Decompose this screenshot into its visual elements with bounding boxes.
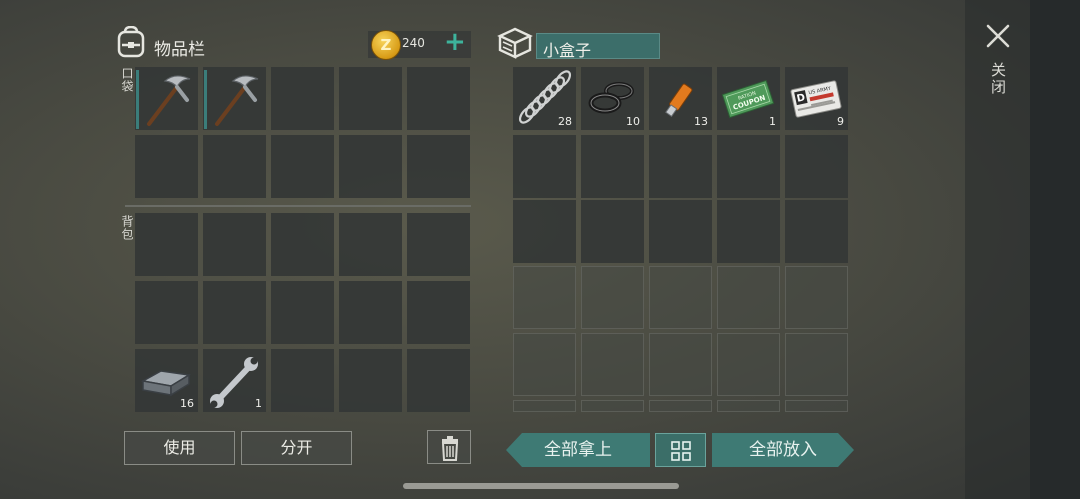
container-slot[interactable]: D US ARMY 9 [785, 67, 848, 130]
use-button[interactable]: 使用 [124, 431, 235, 465]
backpack-slot[interactable] [339, 349, 402, 412]
pocket-slot[interactable] [339, 67, 402, 130]
locked-slot [513, 400, 576, 412]
backpack-slot[interactable] [135, 213, 198, 276]
locked-slot [581, 333, 644, 396]
locked-slot [717, 266, 780, 329]
inventory-title: 物品栏 [154, 40, 205, 60]
locked-slot [581, 266, 644, 329]
backpack-slot[interactable]: 16 [135, 349, 198, 412]
item-count: 1 [255, 397, 262, 410]
container-slot[interactable]: RATION COUPON 1 [717, 67, 780, 130]
backpack-slot[interactable]: 1 [203, 349, 266, 412]
coin-count: 240 [402, 36, 425, 50]
close-icon[interactable] [984, 22, 1012, 50]
trash-icon [441, 436, 459, 461]
locked-slot [717, 333, 780, 396]
locked-slot [717, 400, 780, 412]
backpack-slot[interactable] [271, 349, 334, 412]
container-slot[interactable] [649, 135, 712, 198]
backpack-slot[interactable] [203, 213, 266, 276]
pocket-slot[interactable] [271, 67, 334, 130]
locked-slot [581, 400, 644, 412]
backpack-slot[interactable] [339, 213, 402, 276]
item-count: 16 [180, 397, 194, 410]
container-slot[interactable] [513, 135, 576, 198]
backpack-slot[interactable] [135, 281, 198, 344]
container-name: 小盒子 [543, 41, 592, 60]
backpack-slot[interactable] [271, 213, 334, 276]
split-button[interactable]: 分开 [241, 431, 352, 465]
section-divider [125, 205, 471, 207]
add-coins-button[interactable]: + [444, 29, 466, 55]
locked-slot [649, 266, 712, 329]
pickaxe-icon [215, 75, 259, 126]
container-slot[interactable]: 10 [581, 67, 644, 130]
pocket-slot[interactable] [203, 67, 266, 130]
locked-slot [513, 333, 576, 396]
locked-slot [513, 266, 576, 329]
box-icon [497, 27, 533, 59]
locked-slot [785, 400, 848, 412]
container-name-field[interactable]: 小盒子 [536, 33, 660, 60]
backpack-label: 背包 [120, 215, 134, 241]
item-count: 10 [626, 115, 640, 128]
pocket-slot[interactable] [203, 135, 266, 198]
locked-slot [785, 333, 848, 396]
pocket-slot[interactable] [271, 135, 334, 198]
use-button-label: 使用 [163, 438, 196, 457]
container-slot[interactable] [717, 135, 780, 198]
item-count: 13 [694, 115, 708, 128]
pocket-slot[interactable] [135, 135, 198, 198]
container-slot[interactable]: 13 [649, 67, 712, 130]
item-count: 9 [837, 115, 844, 128]
sort-button[interactable] [655, 433, 706, 467]
put-all-label: 全部放入 [749, 440, 817, 460]
home-indicator[interactable] [403, 483, 679, 489]
container-slot[interactable] [513, 200, 576, 263]
backpack-slot[interactable] [407, 349, 470, 412]
delete-button[interactable] [427, 430, 471, 464]
coin-symbol: Z [380, 36, 392, 54]
coin-icon: Z [371, 30, 401, 60]
pickaxe-icon [147, 75, 191, 126]
container-slot[interactable] [581, 200, 644, 263]
grid-sort-icon [671, 441, 691, 461]
pocket-slot[interactable] [407, 135, 470, 198]
locked-slot [649, 333, 712, 396]
backpack-slot[interactable] [407, 281, 470, 344]
close-button-label[interactable]: 关闭 [988, 62, 1009, 96]
locked-slot [785, 266, 848, 329]
locked-slot [649, 400, 712, 412]
backpack-slot[interactable] [407, 213, 470, 276]
pocket-slot[interactable] [407, 67, 470, 130]
pocket-slot[interactable] [339, 135, 402, 198]
split-button-label: 分开 [280, 438, 313, 457]
pocket-slot[interactable] [135, 67, 198, 130]
backpack-slot[interactable] [271, 281, 334, 344]
take-all-button[interactable]: 全部拿上 [506, 433, 650, 467]
backpack-icon [117, 26, 145, 58]
item-count: 28 [558, 115, 572, 128]
container-slot[interactable] [785, 135, 848, 198]
container-slot[interactable]: 28 [513, 67, 576, 130]
container-slot[interactable] [717, 200, 780, 263]
put-all-button[interactable]: 全部放入 [712, 433, 854, 467]
container-slot[interactable] [581, 135, 644, 198]
screen-edge [1030, 0, 1080, 499]
take-all-label: 全部拿上 [544, 440, 612, 460]
container-slot[interactable] [649, 200, 712, 263]
pocket-label: 口袋 [120, 67, 134, 93]
backpack-slot[interactable] [203, 281, 266, 344]
item-count: 1 [769, 115, 776, 128]
backpack-slot[interactable] [339, 281, 402, 344]
container-slot[interactable] [785, 200, 848, 263]
